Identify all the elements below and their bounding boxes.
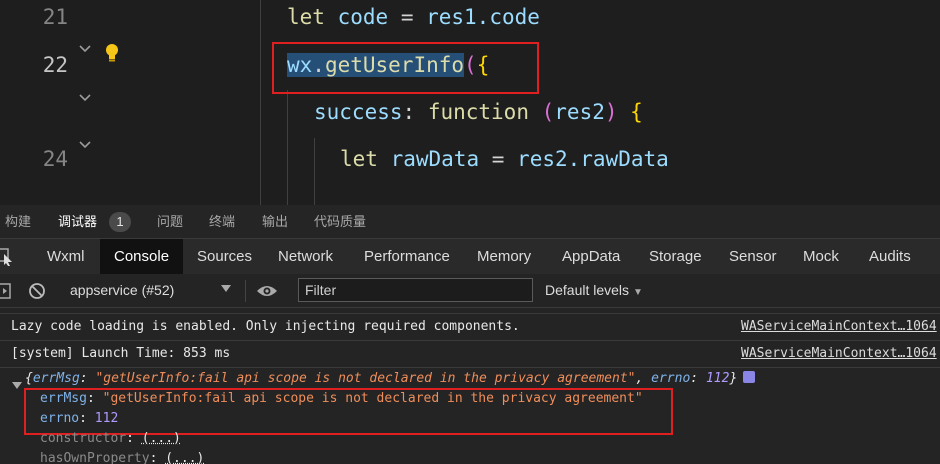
tab-appdata[interactable]: AppData [562,239,620,274]
code-brace: { [617,100,643,124]
context-selector[interactable]: appservice (#52) [70,274,174,307]
code-paren-close: ) [604,100,618,124]
tab-terminal[interactable]: 终端 [209,205,235,238]
obj-comma: , [635,371,652,386]
obj-colon: : [79,371,96,386]
tab-performance[interactable]: Performance [364,239,450,274]
indent-guide [260,0,261,205]
obj-val-errno: 112 [705,371,730,386]
tab-audits[interactable]: Audits [869,239,911,274]
panel-tabs: 构建 调试器 1 问题 终端 输出 代码质量 [0,205,940,238]
line-number-21: 21 [42,5,68,29]
tab-memory[interactable]: Memory [477,239,531,274]
code-line-24: let rawData = res2.rawData [340,147,669,171]
clear-console-icon[interactable] [28,282,46,304]
obj-brace: } [729,371,738,386]
console-highlight-box [24,388,673,435]
code-colon: : [402,100,428,124]
fold-chevron-icon[interactable] [79,45,91,55]
log-levels-label: Default levels [545,282,630,298]
indent-guide [314,138,315,205]
code-editor[interactable]: 21 22 24 let code = res1.code wx.getUser… [0,0,940,205]
code-eq: = [479,147,518,171]
filter-input[interactable]: Filter [298,278,533,302]
obj-key-errno: errno [651,371,691,386]
obj-colon: : [690,371,706,386]
keyword-function: function [427,100,529,124]
tab-code-quality[interactable]: 代码质量 [314,205,366,238]
fold-chevron-icon[interactable] [79,94,91,104]
keyword-let: let [340,147,378,171]
tree-key: hasOwnProperty [40,451,150,464]
info-icon[interactable] [743,371,756,383]
dropdown-arrow-icon[interactable] [221,285,231,292]
tree-getter[interactable]: (...) [165,451,204,464]
inspect-cursor-icon[interactable] [0,248,14,266]
code-line-23: success: function (res2) { [314,100,643,124]
tree-colon: : [149,451,166,464]
tab-console[interactable]: Console [100,239,184,274]
tab-storage[interactable]: Storage [649,239,702,274]
expand-triangle-icon[interactable] [12,375,22,394]
indent-guide [287,90,288,205]
tab-mock[interactable]: Mock [803,239,839,274]
console-toolbar: appservice (#52) Filter Default levels ▼ [0,274,940,308]
console-row: [system] Launch Time: 853 ms WAServiceMa… [0,340,940,368]
tree-colon: : [126,431,142,446]
obj-brace: { [25,371,33,386]
tree-key: constructor [40,431,127,446]
console-row: Lazy code loading is enabled. Only injec… [0,314,940,341]
code-rhs: res2.rawData [517,147,669,171]
tab-problems[interactable]: 问题 [157,205,183,238]
code-arg: res2 [554,100,605,124]
fold-chevron-icon[interactable] [79,141,91,151]
code-var: rawData [390,147,480,171]
tab-network[interactable]: Network [278,239,333,274]
code-highlight-box [272,42,539,94]
console-message: [system] Launch Time: 853 ms [11,346,231,361]
tab-wxml[interactable]: Wxml [47,239,85,274]
eye-icon[interactable] [256,283,278,302]
code-eq: = [388,5,427,29]
dropdown-arrow-icon: ▼ [632,287,643,298]
console-message: Lazy code loading is enabled. Only injec… [11,319,520,334]
debugger-count-badge: 1 [109,212,131,232]
code-rhs: res1.code [426,5,540,29]
line-number-24: 24 [42,147,68,171]
log-levels-dropdown[interactable]: Default levels ▼ [545,274,643,307]
tree-prop-constructor: constructor: (...) [40,431,181,446]
console-output[interactable]: Lazy code loading is enabled. Only injec… [0,308,940,464]
lightbulb-icon[interactable] [104,43,120,63]
tab-debugger[interactable]: 调试器 [58,205,97,238]
obj-val-errmsg: "getUserInfo:fail api scope is not decla… [95,371,636,386]
code-line-21: let code = res1.code [287,5,540,29]
console-source-link[interactable]: WAServiceMainContext…1064 [741,346,937,361]
toolbar-divider [245,280,246,302]
line-number-22: 22 [42,53,68,77]
obj-key-errmsg: errMsg [32,371,80,386]
sidebar-toggle-icon[interactable] [0,283,12,303]
tab-sensor[interactable]: Sensor [729,239,777,274]
code-paren-open: ( [541,100,555,124]
console-source-link[interactable]: WAServiceMainContext…1064 [741,319,937,334]
code-var: code [337,5,389,29]
tab-sources[interactable]: Sources [197,239,252,274]
tab-output[interactable]: 输出 [262,205,288,238]
keyword-let: let [287,5,325,29]
devtools-tabs: Wxml Console Sources Network Performance… [0,238,940,275]
tree-getter[interactable]: (...) [142,431,181,446]
code-prop-success: success [314,100,403,124]
tree-prop-hasownproperty: hasOwnProperty: (...) [40,451,204,464]
error-object-summary[interactable]: {errMsg: "getUserInfo:fail api scope is … [25,371,756,386]
tab-build[interactable]: 构建 [5,205,31,238]
